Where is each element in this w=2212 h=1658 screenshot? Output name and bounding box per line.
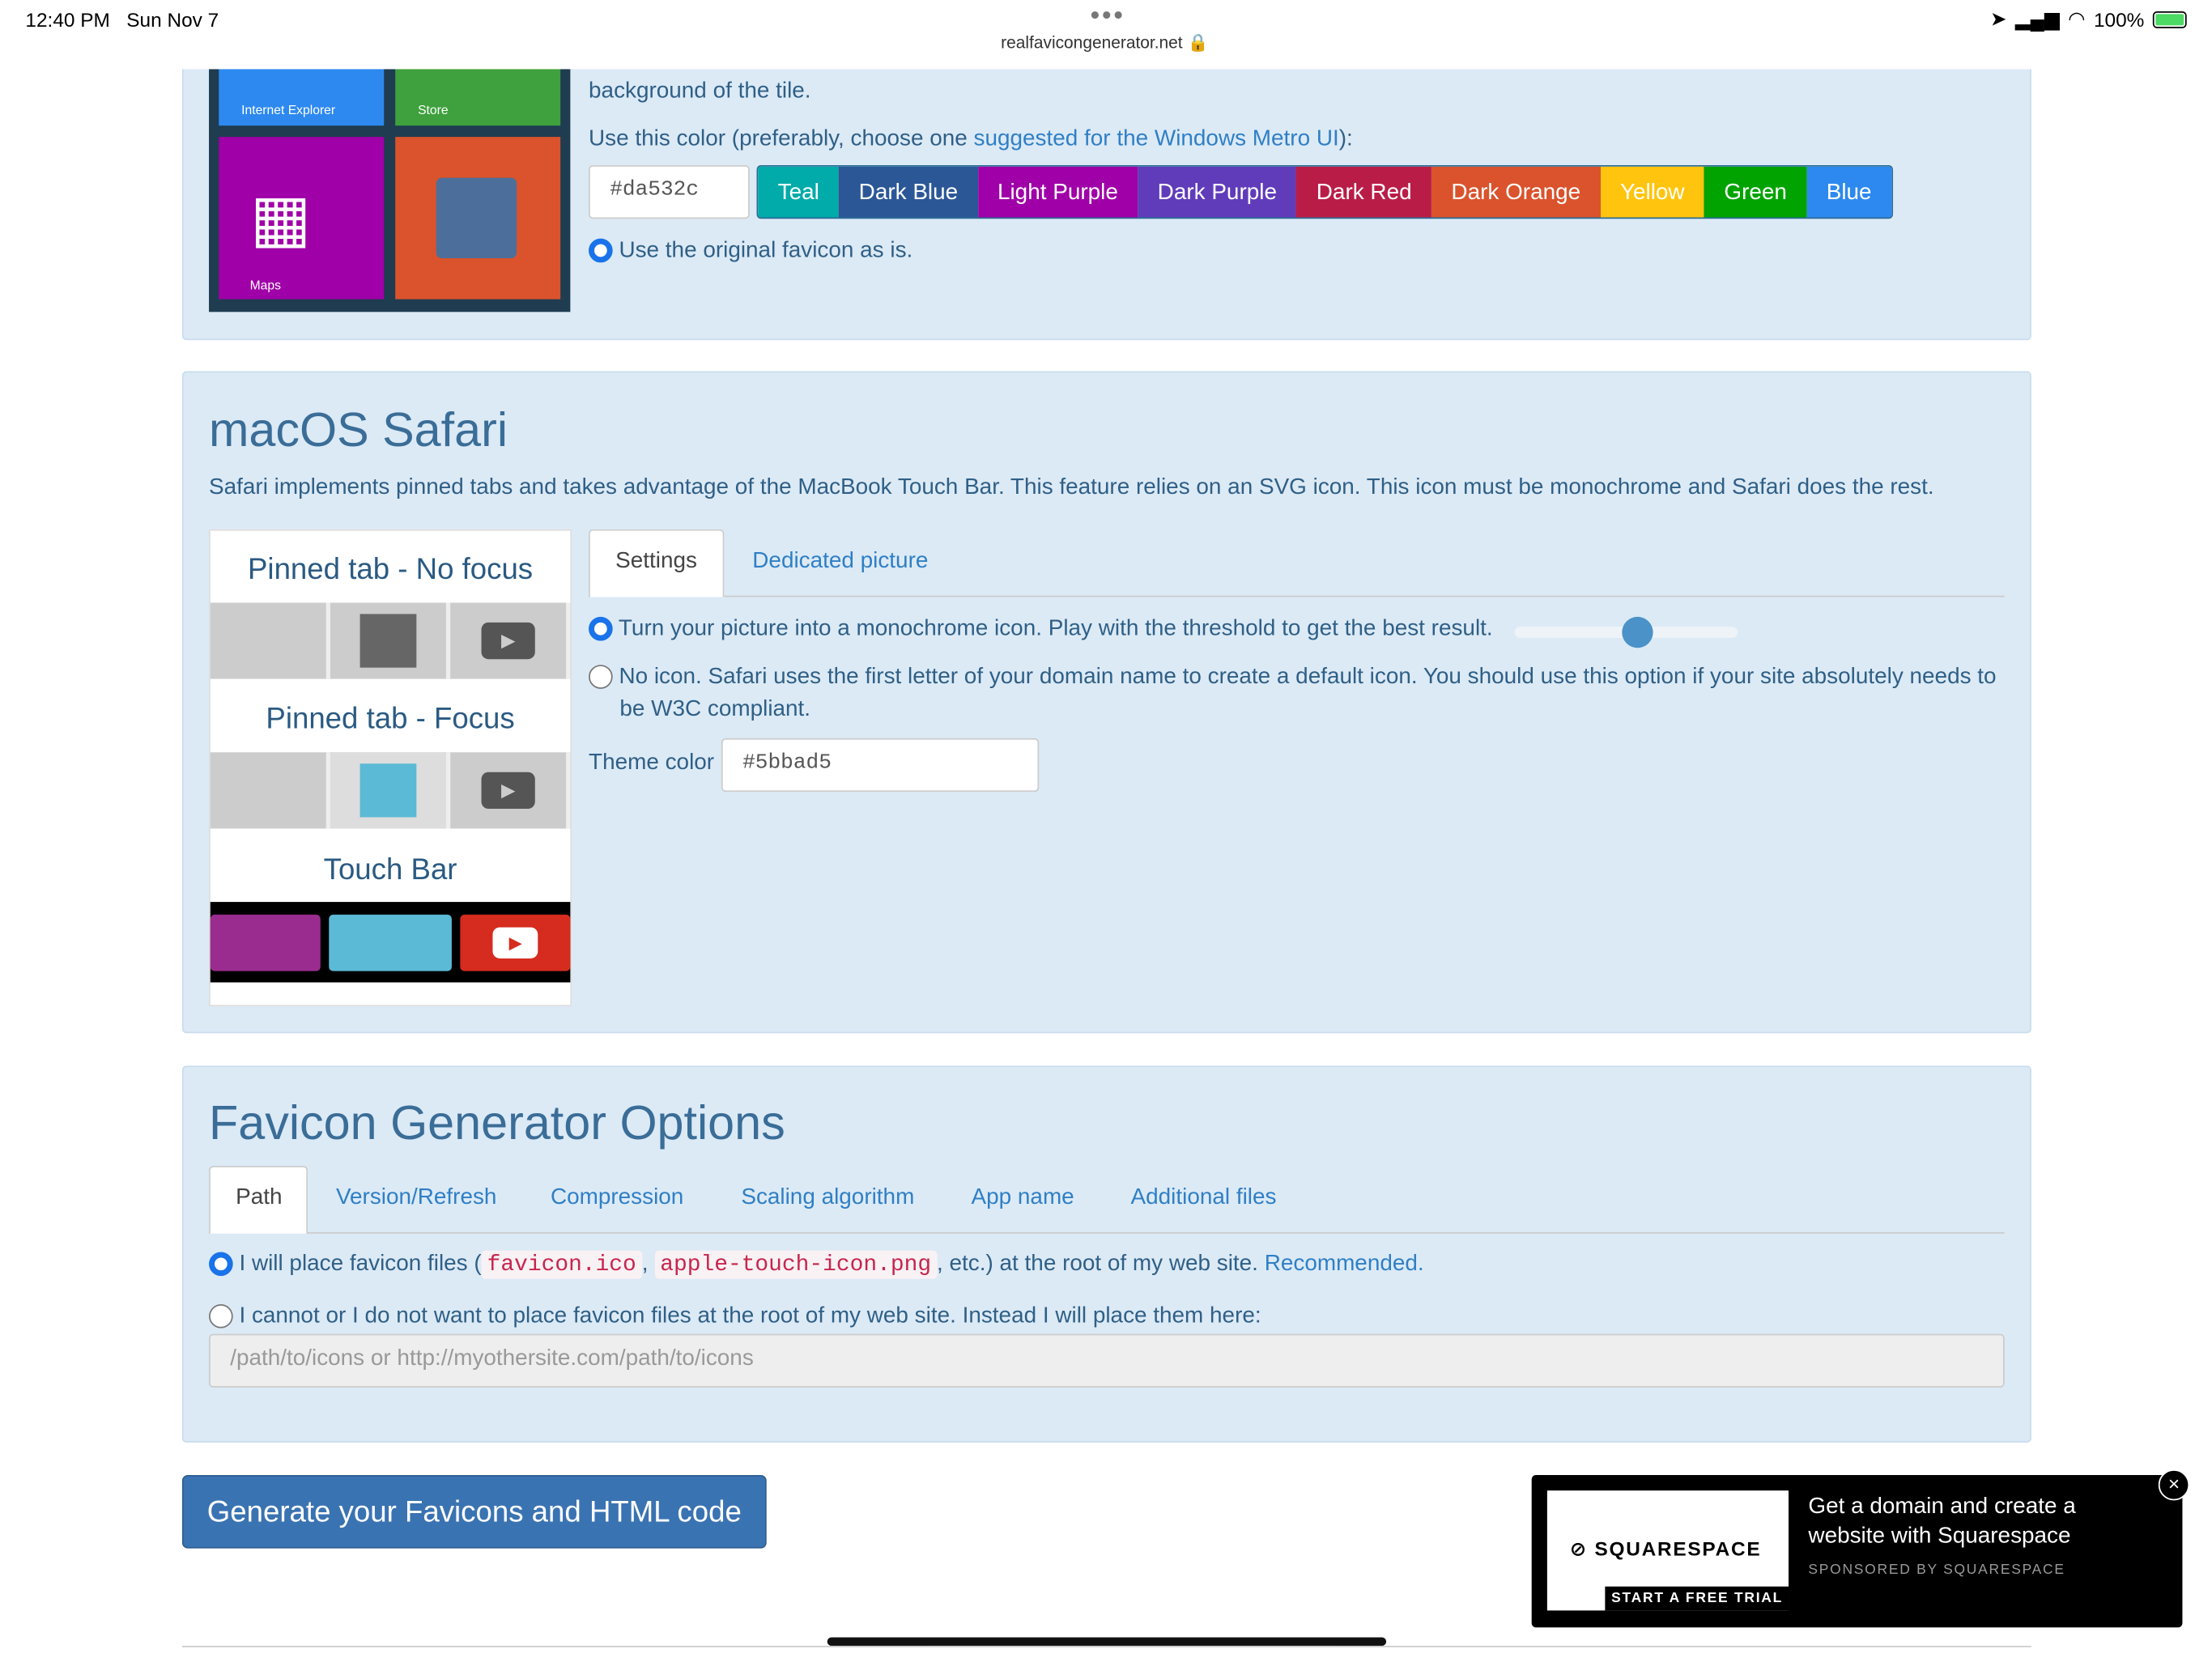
- safari-preview: Pinned tab - No focus ▶ Pinned tab - Foc…: [209, 529, 572, 1007]
- theme-color-input[interactable]: #5bbad5: [721, 738, 1040, 793]
- custom-path-option[interactable]: I cannot or I do not want to place favic…: [209, 1304, 1261, 1329]
- ad-cta[interactable]: START A FREE TRIAL: [1606, 1586, 1789, 1611]
- tile-bg-text: background of the tile.: [589, 79, 811, 104]
- youtube-icon: ▶: [450, 602, 571, 679]
- battery-icon: [2152, 11, 2187, 28]
- tab-settings[interactable]: Settings: [589, 529, 725, 597]
- no-icon-option[interactable]: No icon. Safari uses the first letter of…: [589, 661, 2005, 725]
- generate-button[interactable]: Generate your Favicons and HTML code: [181, 1474, 767, 1549]
- color-prompt: Use this color (preferably, choose one s…: [589, 126, 1353, 151]
- tab-version-refresh[interactable]: Version/Refresh: [311, 1167, 522, 1230]
- metro-colors-link[interactable]: suggested for the Windows Metro UI: [974, 127, 1339, 151]
- tab-compression[interactable]: Compression: [525, 1167, 709, 1230]
- tab-additional-files[interactable]: Additional files: [1105, 1167, 1302, 1230]
- youtube-icon: ▶: [460, 913, 571, 971]
- theme-color-label: Theme color: [589, 750, 715, 776]
- color-blue-button[interactable]: Blue: [1806, 166, 1891, 218]
- radio-no-icon[interactable]: [589, 665, 613, 690]
- original-favicon-option[interactable]: Use the original favicon as is.: [589, 239, 912, 264]
- battery-percent: 100%: [2093, 7, 2145, 31]
- color-yellow-button[interactable]: Yellow: [1600, 166, 1704, 218]
- radio-custom-path[interactable]: [209, 1304, 233, 1329]
- color-dark-purple-button[interactable]: Dark Purple: [1138, 166, 1297, 218]
- footer-divider: [181, 1645, 2031, 1647]
- color-dark-blue-button[interactable]: Dark Blue: [839, 166, 978, 218]
- ad-brand: ⊘ SQUARESPACE: [1569, 1537, 1762, 1560]
- windows-tiles-preview: Internet Explorer Store ▦ Maps: [209, 56, 571, 312]
- color-dark-orange-button[interactable]: Dark Orange: [1431, 166, 1601, 218]
- ad-text: Get a domain and create a website with S…: [1808, 1494, 2076, 1549]
- preview-focus-label: Pinned tab - Focus: [266, 703, 515, 736]
- color-teal-button[interactable]: Teal: [758, 166, 840, 218]
- favicon-blue-icon: [359, 763, 417, 818]
- color-green-button[interactable]: Green: [1704, 166, 1807, 218]
- preview-no-focus-label: Pinned tab - No focus: [248, 553, 534, 586]
- monochrome-option[interactable]: Turn your picture into a monochrome icon…: [589, 617, 1493, 642]
- safari-title: macOS Safari: [209, 403, 508, 457]
- address-url[interactable]: realfavicongenerator.net 🔒: [1001, 32, 1208, 52]
- favicon-gray-icon: [359, 614, 417, 668]
- clock: 12:40 PM Sun Nov 7: [25, 8, 219, 32]
- favicon-touchbar-icon: [328, 913, 453, 971]
- favicon-image: [436, 177, 517, 259]
- color-dark-red-button[interactable]: Dark Red: [1296, 166, 1432, 218]
- path-input[interactable]: /path/to/icons or http://myothersite.com…: [209, 1333, 2005, 1388]
- code-apple-touch-icon: apple-touch-icon.png: [654, 1250, 938, 1279]
- apple-icon: [211, 602, 330, 679]
- ad-close-button[interactable]: ×: [2158, 1469, 2190, 1501]
- apple-icon: [210, 913, 321, 971]
- signal-icon: ▂▄▆: [2014, 6, 2060, 30]
- safari-tabs-line: [589, 595, 2005, 597]
- threshold-knob[interactable]: [1622, 616, 1653, 648]
- options-title: Favicon Generator Options: [209, 1096, 785, 1150]
- options-tabs-line: [209, 1232, 2005, 1234]
- home-indicator[interactable]: [827, 1637, 1387, 1646]
- tab-scaling-algorithm[interactable]: Scaling algorithm: [716, 1167, 940, 1230]
- squarespace-ad[interactable]: ⊘ SQUARESPACE START A FREE TRIAL Get a d…: [1531, 1474, 2183, 1628]
- touchbar-row: ▶: [210, 902, 571, 983]
- radio-monochrome[interactable]: [589, 617, 613, 642]
- ad-sponsor: SPONSORED BY SQUARESPACE: [1808, 1562, 2065, 1579]
- wifi-icon: ◠: [2068, 6, 2086, 30]
- recommended-link[interactable]: Recommended.: [1265, 1252, 1424, 1276]
- radio-root[interactable]: [209, 1252, 233, 1277]
- tab-app-name[interactable]: App name: [946, 1167, 1100, 1230]
- multitask-dots[interactable]: ●●●: [1090, 4, 1125, 23]
- code-favicon-ico: favicon.ico: [481, 1250, 642, 1279]
- color-presets: Teal Dark Blue Light Purple Dark Purple Dark…: [756, 164, 1893, 219]
- safari-description: Safari implements pinned tabs and takes …: [209, 475, 1934, 500]
- squarespace-logo-icon: ⊘: [1569, 1537, 1588, 1560]
- root-option[interactable]: I will place favicon files (favicon.ico,…: [209, 1250, 1424, 1279]
- ad-logo-box: ⊘ SQUARESPACE START A FREE TRIAL: [1546, 1490, 1789, 1611]
- tile-favicon: [395, 137, 561, 300]
- preview-touchbar-label: Touch Bar: [323, 853, 457, 886]
- location-icon: ➤: [1989, 6, 2007, 30]
- pinned-focus-row: ▶: [210, 752, 571, 829]
- color-light-purple-button[interactable]: Light Purple: [977, 166, 1138, 218]
- tile-color-input[interactable]: #da532c: [589, 164, 750, 219]
- tab-path[interactable]: Path: [209, 1166, 308, 1234]
- radio-original[interactable]: [589, 239, 613, 263]
- threshold-slider[interactable]: [1514, 616, 1738, 648]
- status-icons: ➤ ▂▄▆ ◠ 100%: [1990, 7, 2187, 32]
- apple-icon: [211, 752, 330, 829]
- status-bar: 12:40 PM Sun Nov 7 ●●● realfavicongenera…: [0, 0, 2212, 70]
- pinned-no-focus-row: ▶: [210, 602, 571, 679]
- tab-dedicated-picture[interactable]: Dedicated picture: [727, 531, 954, 593]
- tile-maps: ▦ Maps: [219, 137, 385, 300]
- youtube-icon: ▶: [450, 752, 571, 829]
